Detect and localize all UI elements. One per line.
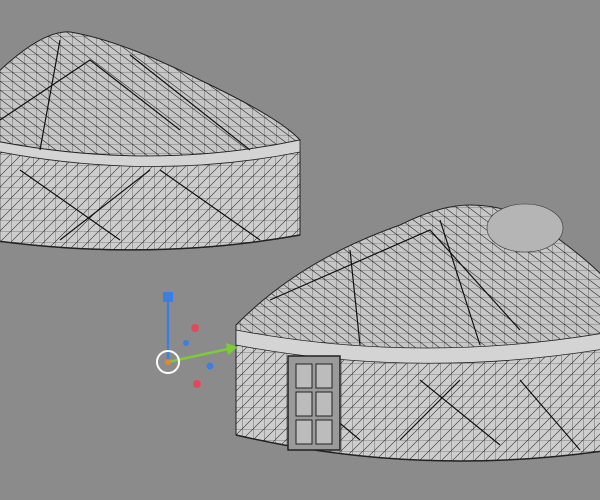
roof-crown (486, 203, 564, 253)
yurt-door (287, 355, 341, 451)
z-plane-handle[interactable] (183, 340, 189, 346)
origin-dot (165, 359, 171, 365)
x-axis-handle[interactable] (191, 324, 199, 332)
3d-viewport[interactable] (0, 0, 600, 500)
x-axis-negative-handle[interactable] (193, 380, 201, 388)
neg-axis-handle[interactable] (206, 362, 214, 370)
z-axis-handle[interactable] (163, 292, 173, 302)
